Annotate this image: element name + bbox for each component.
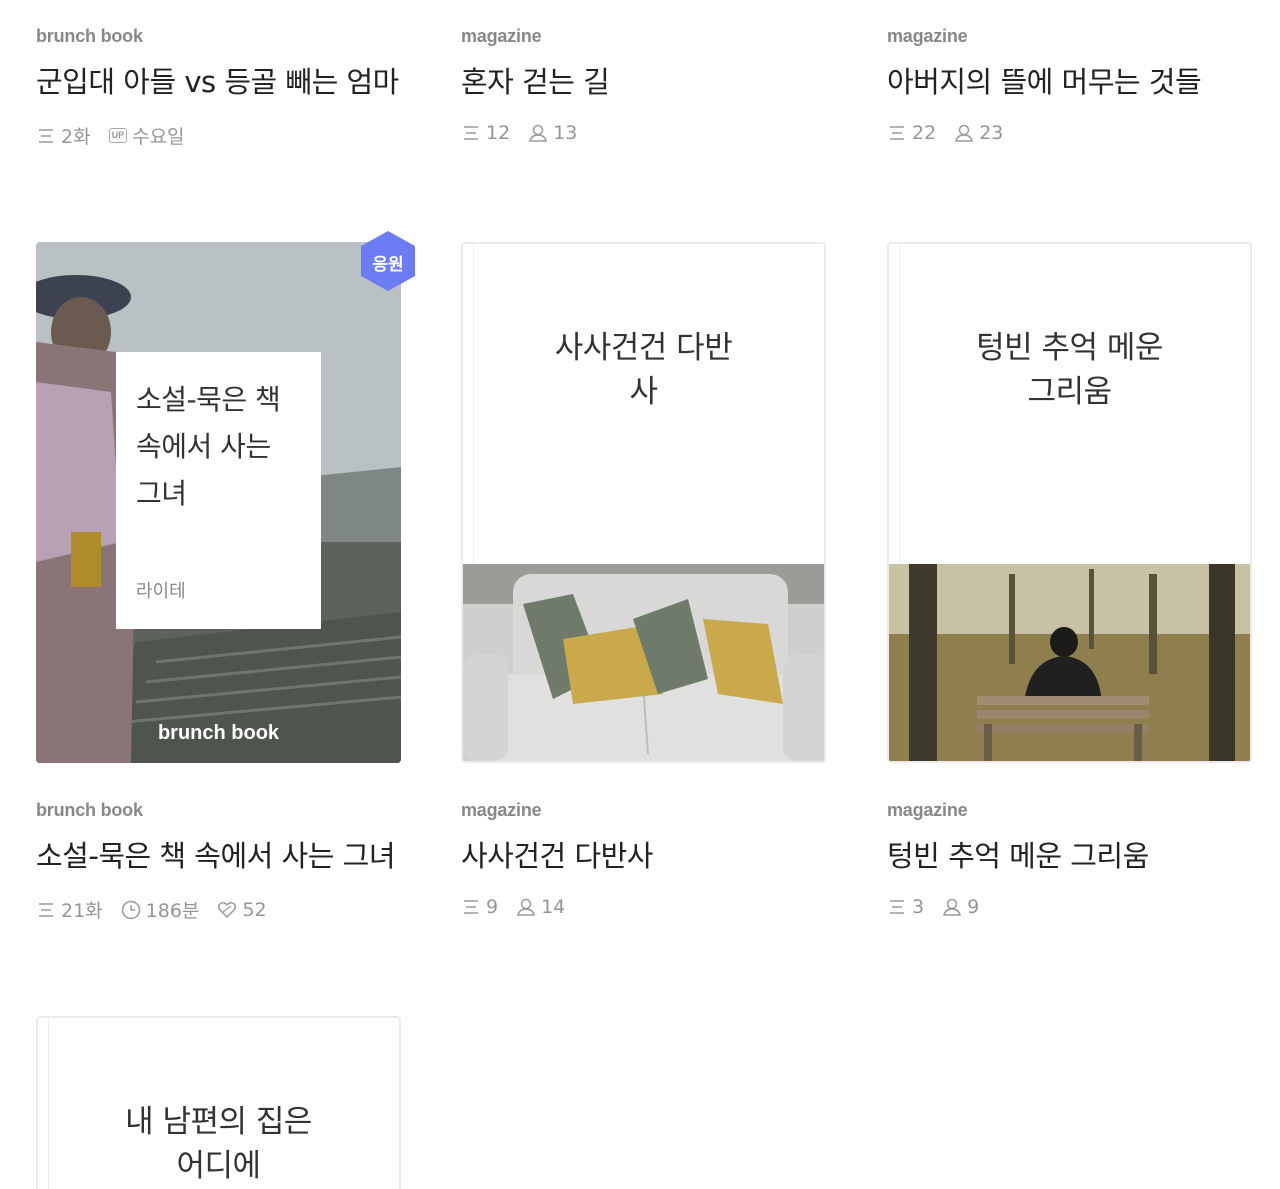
subscriber-count: 13: [528, 122, 577, 144]
book-item-meta[interactable]: magazine 아버지의 뜰에 머무는 것들 22 23: [887, 26, 1257, 144]
book-cover[interactable]: 소설-묵은 책 속에서 사는 그녀 라이테 brunch book: [36, 242, 401, 763]
book-stats: 9 14: [461, 896, 831, 918]
episode-count: 2화: [36, 122, 91, 149]
episode-count: 21화: [36, 896, 103, 923]
list-icon: [39, 128, 53, 143]
book-item-meta[interactable]: brunch book 소설-묵은 책 속에서 사는 그녀 21화 186분 5…: [36, 800, 406, 923]
cover-photo-sofa: [463, 564, 824, 761]
book-cover[interactable]: 사사건건 다반사: [461, 242, 826, 763]
subscriber-count: 9: [942, 896, 979, 918]
clock-icon: [121, 900, 140, 919]
support-badge-label: 응원: [372, 255, 404, 275]
person-icon: [517, 898, 536, 916]
book-type-label: magazine: [461, 26, 542, 46]
reading-time-value: 186분: [145, 900, 200, 922]
book-stats: 3 9: [887, 896, 1257, 918]
cover-author: 라이테: [136, 581, 186, 602]
episode-count-value: 2화: [61, 126, 91, 148]
book-item-meta[interactable]: magazine 혼자 걷는 길 12 13: [461, 26, 831, 144]
book-title[interactable]: 소설-묵은 책 속에서 사는 그녀: [36, 835, 406, 878]
article-count: 12: [461, 122, 510, 144]
episode-count-value: 21화: [61, 900, 103, 922]
book-type-label: brunch book: [36, 26, 143, 46]
list-icon: [464, 900, 478, 914]
subscriber-count-value: 13: [553, 122, 578, 144]
book-stats: 22 23: [887, 122, 1257, 144]
article-count-value: 22: [912, 122, 937, 144]
list-icon: [39, 902, 53, 917]
book-cover[interactable]: 텅빈 추억 메운 그리움: [887, 242, 1252, 763]
book-title[interactable]: 혼자 걷는 길: [461, 61, 831, 104]
book-title[interactable]: 사사건건 다반사: [461, 835, 831, 878]
book-type-label: magazine: [887, 800, 968, 820]
cover-title: 내 남편의 집은 어디에: [125, 1104, 312, 1184]
book-title[interactable]: 텅빈 추억 메운 그리움: [887, 835, 1257, 878]
article-count: 3: [887, 896, 924, 918]
book-type-label: magazine: [461, 800, 542, 820]
cover-title: 소설-묵은 책 속에서 사는 그녀: [136, 383, 281, 510]
cover-card: 소설-묵은 책 속에서 사는 그녀 라이테: [116, 352, 321, 629]
person-icon: [943, 898, 962, 916]
subscriber-count-value: 23: [979, 122, 1004, 144]
subscriber-count: 14: [516, 896, 565, 918]
subscriber-count-value: 9: [967, 896, 980, 918]
support-badge: 응원: [358, 230, 418, 292]
book-type-label: brunch book: [36, 800, 143, 820]
article-count-value: 9: [486, 896, 499, 918]
book-title[interactable]: 군입대 아들 vs 등골 빼는 엄마: [36, 61, 406, 104]
update-day-value: 수요일: [132, 126, 185, 148]
subscriber-count: 23: [954, 122, 1003, 144]
book-item-meta[interactable]: brunch book 군입대 아들 vs 등골 빼는 엄마 2화 UP 수요일: [36, 26, 406, 149]
person-icon: [529, 124, 548, 142]
article-count: 9: [461, 896, 498, 918]
cover-photo-park-bench: [889, 564, 1250, 761]
article-count-value: 12: [486, 122, 511, 144]
list-icon: [890, 900, 904, 914]
book-title[interactable]: 아버지의 뜰에 머무는 것들: [887, 61, 1257, 104]
brunch-book-logo: brunch book: [157, 722, 280, 744]
article-count: 22: [887, 122, 936, 144]
person-icon: [955, 124, 974, 142]
book-stats: 21화 186분 52: [36, 896, 406, 923]
update-day: UP 수요일: [108, 122, 185, 149]
book-item-meta[interactable]: magazine 텅빈 추억 메운 그리움 3 9: [887, 800, 1257, 918]
like-count-value: 52: [242, 898, 267, 921]
heart-icon: [218, 901, 237, 918]
subscriber-count-value: 14: [541, 896, 566, 918]
list-icon: [890, 126, 904, 140]
book-stats: 2화 UP 수요일: [36, 122, 406, 149]
article-count-value: 3: [912, 896, 925, 918]
book-cover[interactable]: 내 남편의 집은 어디에: [36, 1016, 401, 1189]
reading-time: 186분: [121, 896, 200, 923]
up-badge-icon: UP: [108, 128, 128, 143]
list-icon: [464, 126, 478, 140]
book-type-label: magazine: [887, 26, 968, 46]
cover-title: 사사건건 다반사: [554, 330, 733, 410]
book-stats: 12 13: [461, 122, 831, 144]
book-item-meta[interactable]: magazine 사사건건 다반사 9 14: [461, 800, 831, 918]
like-count: 52: [217, 898, 267, 921]
cover-title: 텅빈 추억 메운 그리움: [976, 330, 1163, 410]
